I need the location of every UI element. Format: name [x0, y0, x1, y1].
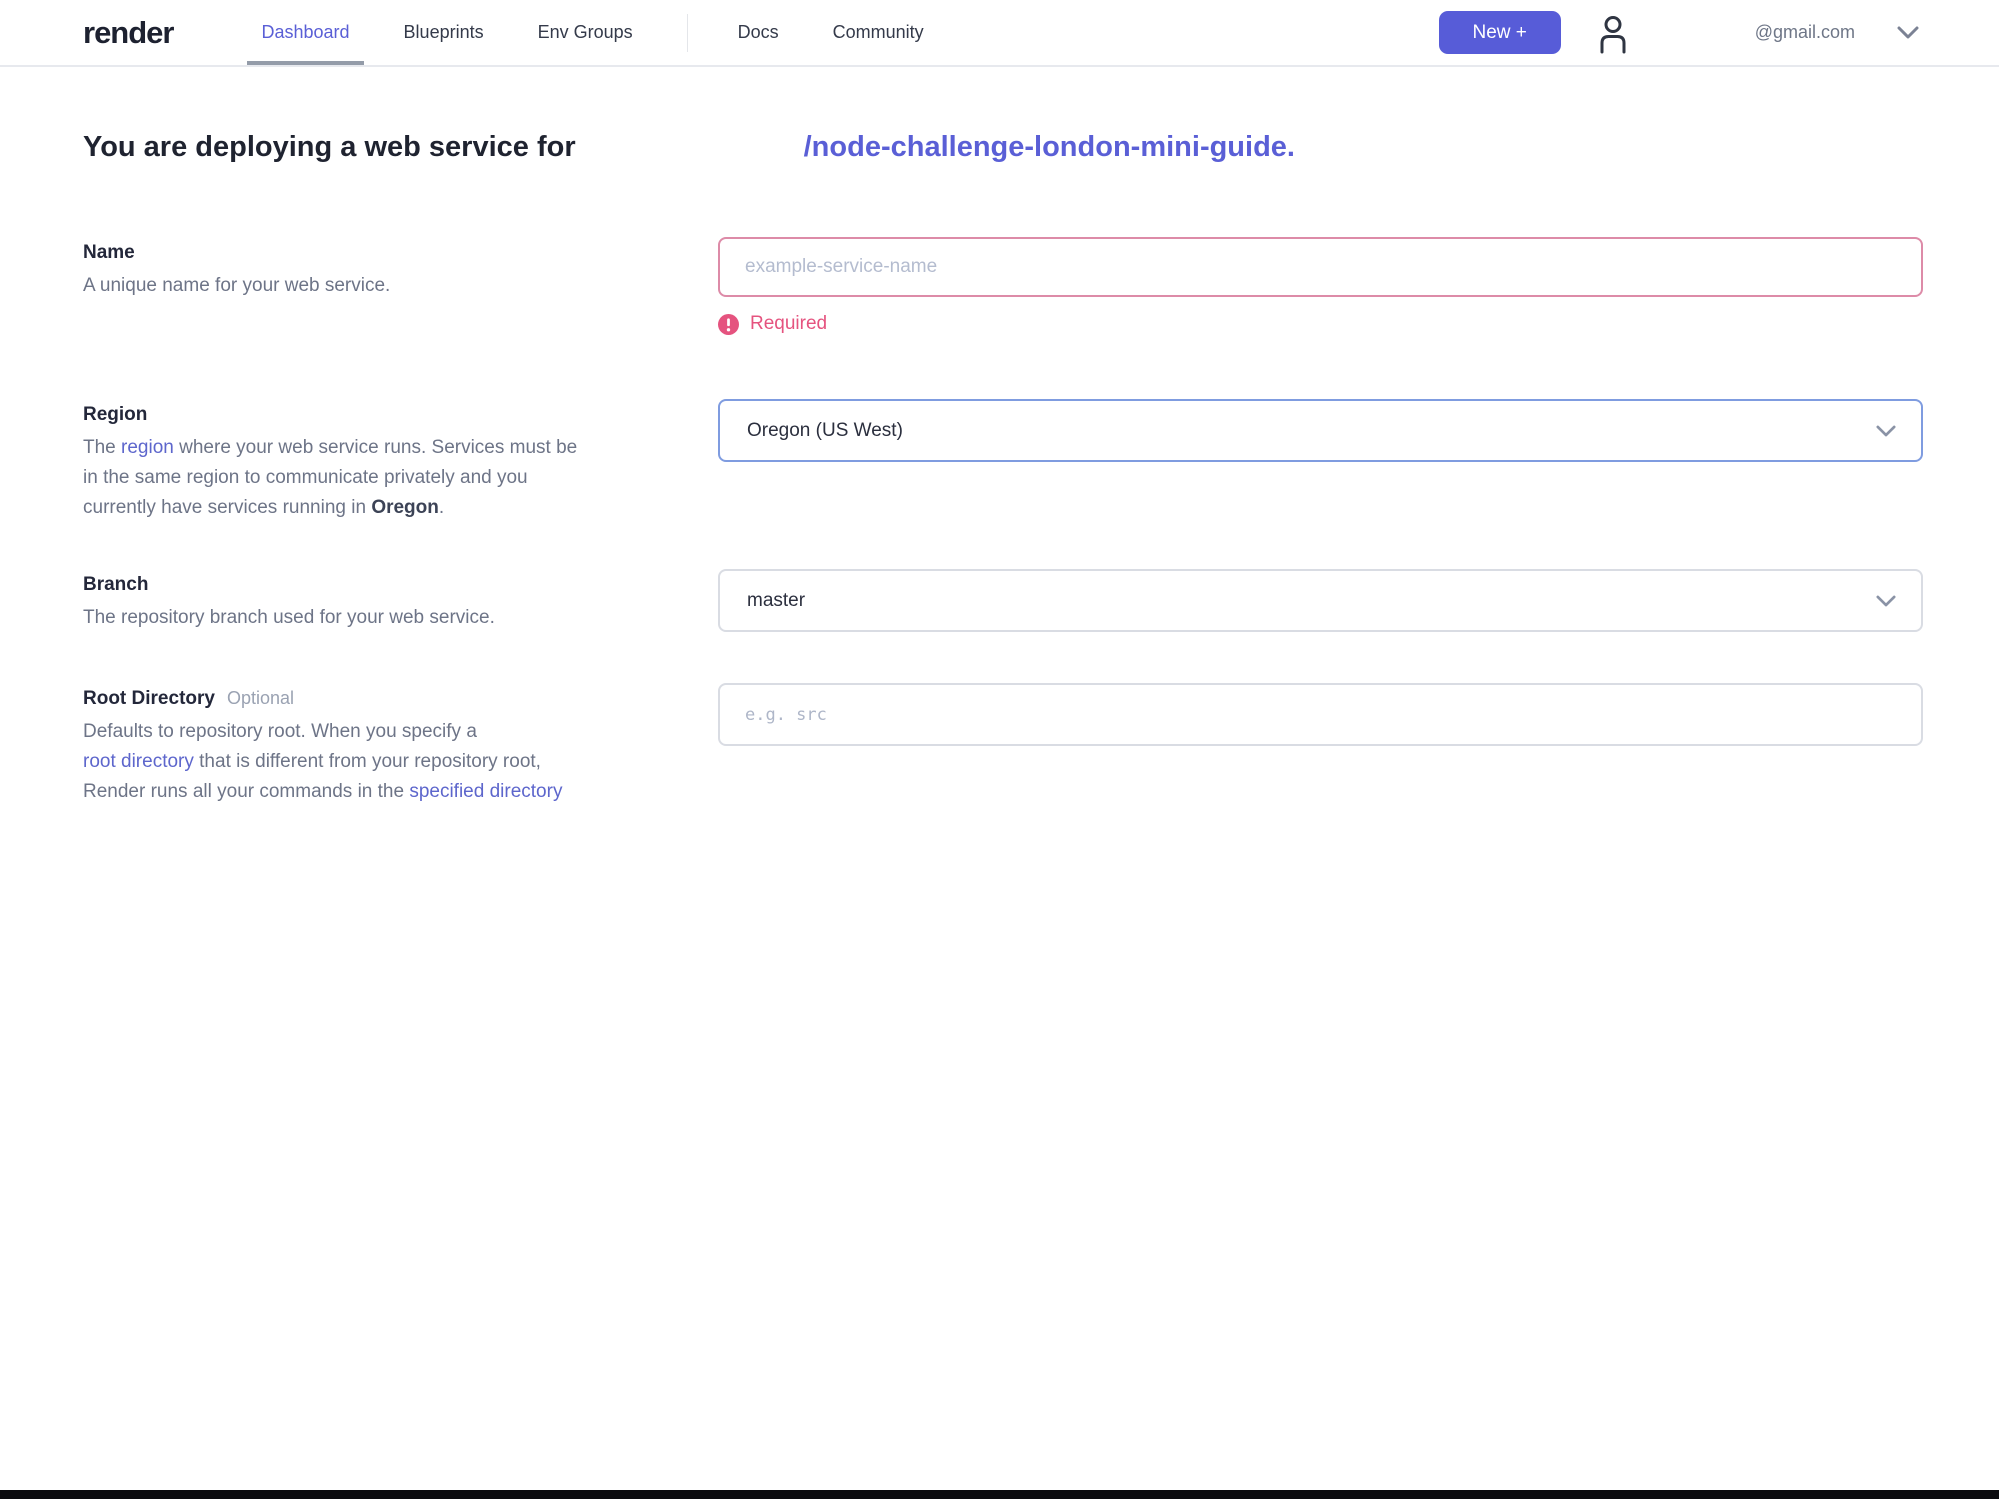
name-description: A unique name for your web service.: [83, 275, 391, 296]
region-description: The region where your web service runs. …: [83, 433, 658, 523]
description-text: .: [438, 497, 445, 518]
name-input[interactable]: [718, 237, 1923, 297]
inline-link[interactable]: specified directory: [409, 781, 562, 802]
description-text: Render runs all your commands in the: [83, 781, 410, 802]
deploy-form: You are deploying a web service for /nod…: [0, 129, 1999, 807]
root-directory-label: Root Directory: [83, 688, 215, 709]
root-directory-description: Defaults to repository root. When you sp…: [83, 717, 658, 807]
nav-right-cluster: New + @gmail.com: [1438, 11, 1919, 54]
redacted-owner-name: [576, 155, 804, 156]
root-directory-input[interactable]: [718, 683, 1923, 746]
region-field-row: Region The region where your web service…: [83, 399, 1923, 523]
root-directory-optional-tag: Optional: [226, 688, 295, 708]
name-error-text: Required: [750, 313, 828, 334]
description-text: currently have services running in: [83, 497, 372, 518]
account-menu[interactable]: @gmail.com: [1755, 22, 1919, 43]
branch-field-info: Branch The repository branch used for yo…: [83, 569, 718, 633]
region-label: Region: [83, 404, 148, 425]
name-field-info: Name A unique name for your web service.: [83, 237, 718, 301]
user-profile-icon[interactable]: [1593, 12, 1633, 54]
nav-item-docs[interactable]: Docs: [738, 0, 779, 65]
top-nav: render Dashboard Blueprints Env Groups D…: [0, 0, 1999, 67]
description-text: that is different from your repository r…: [193, 751, 541, 772]
repo-link[interactable]: /node-challenge-london-mini-guide.: [804, 129, 1295, 165]
nav-item-blueprints[interactable]: Blueprints: [404, 0, 484, 65]
nav-item-docs-label: Docs: [737, 22, 779, 42]
root-directory-field-row: Root Directory Optional Defaults to repo…: [83, 683, 1923, 807]
branch-field-row: Branch The repository branch used for yo…: [83, 569, 1923, 633]
name-error: Required: [718, 313, 1923, 335]
chevron-down-icon: [1876, 595, 1896, 606]
root-directory-label-row: Root Directory Optional: [83, 687, 658, 711]
inline-link[interactable]: region: [121, 437, 174, 458]
inline-link[interactable]: root directory: [83, 751, 194, 772]
primary-nav: Dashboard Blueprints Env Groups Docs Com…: [247, 0, 977, 65]
page-title-prefix: You are deploying a web service for: [83, 131, 576, 163]
render-deploy-page: render Dashboard Blueprints Env Groups D…: [0, 0, 1999, 1500]
name-field-control: Required: [718, 237, 1923, 335]
render-logo[interactable]: render: [83, 15, 174, 51]
nav-item-env-groups-label: Env Groups: [537, 22, 633, 42]
description-text: Oregon: [371, 497, 439, 518]
region-select-value: Oregon (US West): [747, 419, 903, 441]
account-email: @gmail.com: [1754, 22, 1855, 42]
nav-item-dashboard[interactable]: Dashboard: [247, 0, 364, 65]
region-field-control: Oregon (US West): [718, 399, 1923, 462]
new-button[interactable]: New +: [1438, 11, 1561, 54]
region-select[interactable]: Oregon (US West): [718, 399, 1923, 462]
error-icon: [718, 313, 739, 335]
root-directory-field-info: Root Directory Optional Defaults to repo…: [83, 683, 718, 807]
name-label: Name: [83, 242, 135, 263]
root-directory-field-control: [718, 683, 1923, 746]
bottom-edge-bar: [0, 1490, 1999, 1499]
branch-description: The repository branch used for your web …: [83, 607, 495, 628]
branch-label: Branch: [83, 574, 149, 595]
description-text: Defaults to repository root. When you sp…: [83, 721, 477, 742]
chevron-down-icon: [1876, 425, 1896, 436]
name-field-row: Name A unique name for your web service.…: [83, 237, 1923, 335]
nav-divider: [686, 13, 688, 52]
nav-item-community[interactable]: Community: [833, 0, 924, 65]
page-title: You are deploying a web service for /nod…: [83, 129, 1923, 165]
nav-item-env-groups[interactable]: Env Groups: [538, 0, 633, 65]
description-text: where your web service runs. Services mu…: [173, 437, 578, 458]
branch-select-value: master: [747, 589, 806, 611]
person-icon: [1600, 15, 1626, 53]
nav-item-blueprints-label: Blueprints: [403, 22, 484, 42]
nav-item-dashboard-label: Dashboard: [261, 22, 350, 42]
chevron-down-icon: [1897, 26, 1919, 39]
branch-select[interactable]: master: [718, 569, 1923, 632]
nav-item-community-label: Community: [832, 22, 924, 42]
region-field-info: Region The region where your web service…: [83, 399, 718, 523]
branch-field-control: master: [718, 569, 1923, 632]
description-text: The: [83, 437, 122, 458]
description-text: in the same region to communicate privat…: [83, 467, 528, 488]
